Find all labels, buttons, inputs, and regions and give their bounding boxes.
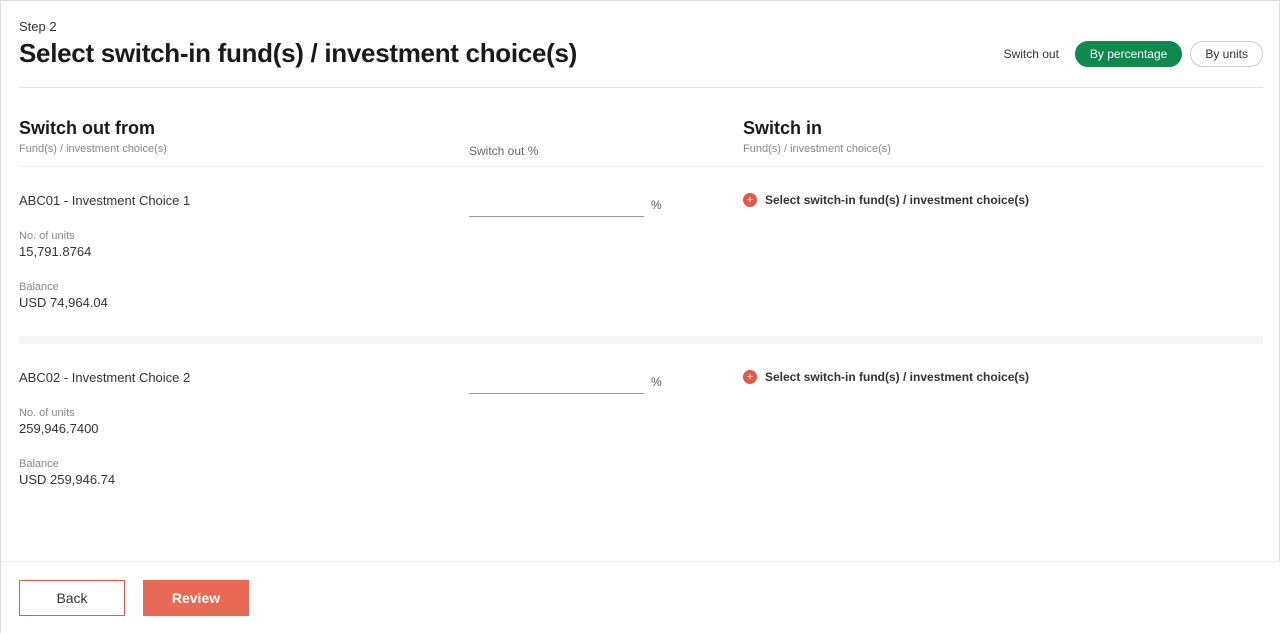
- switch-out-percent-input-wrap[interactable]: %: [469, 370, 644, 394]
- units-value: 259,946.7400: [19, 421, 469, 436]
- switch-out-percent-input[interactable]: [469, 197, 645, 212]
- review-button[interactable]: Review: [143, 580, 249, 616]
- fund-name: ABC01 - Investment Choice 1: [19, 193, 469, 208]
- switch-in-link-text: Select switch-in fund(s) / investment ch…: [765, 370, 1029, 384]
- units-label: No. of units: [19, 407, 469, 419]
- balance-value: USD 259,946.74: [19, 472, 469, 487]
- page-title: Select switch-in fund(s) / investment ch…: [19, 38, 577, 69]
- select-switch-in-link[interactable]: + Select switch-in fund(s) / investment …: [743, 370, 1263, 384]
- mode-selector: Switch out By percentage By units: [1004, 41, 1263, 67]
- switch-out-percent-input-wrap[interactable]: %: [469, 193, 644, 217]
- percent-sign: %: [645, 375, 662, 389]
- fund-row: ABC02 - Investment Choice 2 No. of units…: [19, 336, 1263, 513]
- fund-row: ABC01 - Investment Choice 1 No. of units…: [19, 166, 1263, 336]
- plus-icon: +: [743, 370, 757, 384]
- balance-label: Balance: [19, 458, 469, 470]
- step-label: Step 2: [19, 19, 1263, 34]
- fund-name: ABC02 - Investment Choice 2: [19, 370, 469, 385]
- switch-out-percent-input[interactable]: [469, 374, 645, 389]
- plus-icon: +: [743, 193, 757, 207]
- switch-out-title: Switch out from: [19, 118, 469, 139]
- balance-label: Balance: [19, 281, 469, 293]
- switch-in-title: Switch in: [743, 118, 1263, 139]
- footer-actions: Back Review: [1, 561, 1280, 634]
- switch-in-sub: Fund(s) / investment choice(s): [743, 143, 1263, 155]
- units-value: 15,791.8764: [19, 244, 469, 259]
- mode-by-units[interactable]: By units: [1190, 41, 1263, 67]
- balance-value: USD 74,964.04: [19, 295, 469, 310]
- mode-by-percentage[interactable]: By percentage: [1075, 41, 1182, 67]
- switch-out-percent-header: Switch out %: [469, 144, 699, 158]
- switch-out-label: Switch out: [1004, 47, 1059, 61]
- page-title-row: Select switch-in fund(s) / investment ch…: [19, 38, 1263, 88]
- switch-in-link-text: Select switch-in fund(s) / investment ch…: [765, 193, 1029, 207]
- percent-sign: %: [645, 198, 662, 212]
- units-label: No. of units: [19, 230, 469, 242]
- switch-out-sub: Fund(s) / investment choice(s): [19, 143, 469, 155]
- columns-header: Switch out from Fund(s) / investment cho…: [19, 118, 1263, 158]
- back-button[interactable]: Back: [19, 580, 125, 616]
- select-switch-in-link[interactable]: + Select switch-in fund(s) / investment …: [743, 193, 1263, 207]
